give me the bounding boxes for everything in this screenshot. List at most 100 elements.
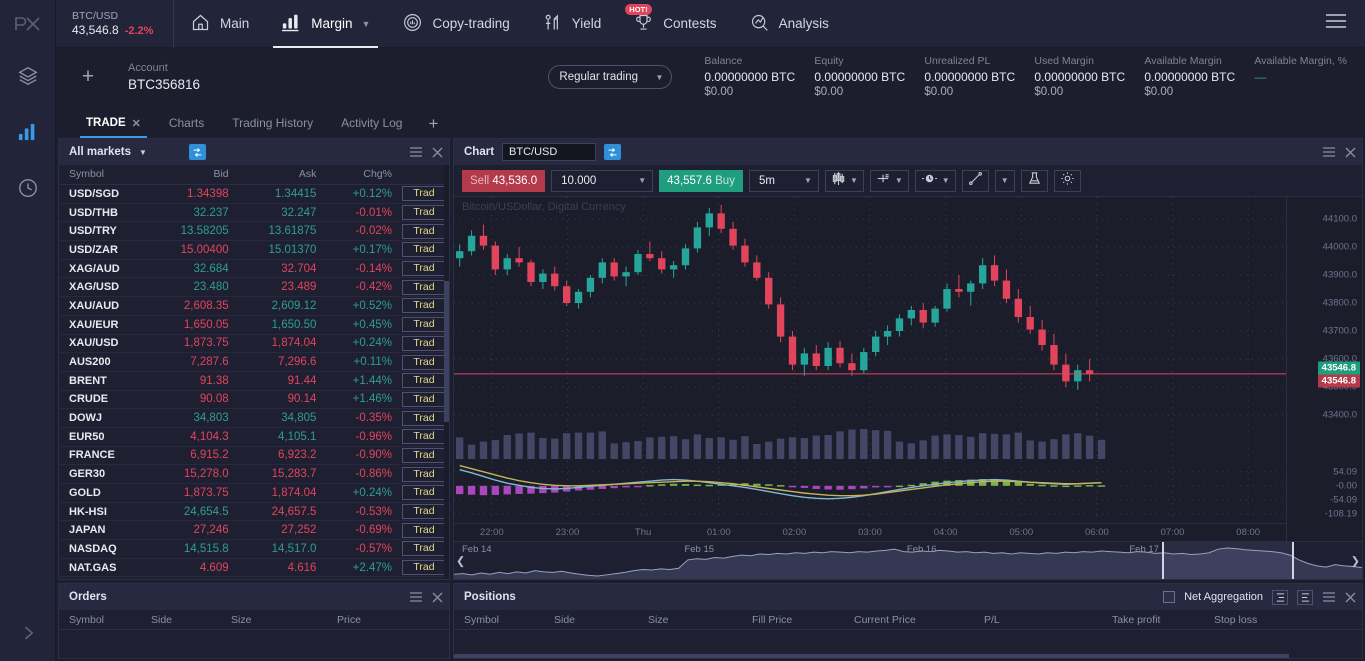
table-row[interactable]: USD/ZAR 15.00400 15.01370 +0.17% Trad: [59, 240, 449, 260]
column-header-price[interactable]: Price: [337, 614, 361, 626]
table-row[interactable]: EUR50 4,104.3 4,105.1 -0.96% Trad: [59, 427, 449, 447]
trade-button[interactable]: Trad: [401, 466, 446, 482]
close-icon[interactable]: [1345, 592, 1356, 603]
sidebar-expand-button[interactable]: [18, 605, 38, 661]
table-row[interactable]: AUS200 7,287.6 7,296.6 +0.11% Trad: [59, 352, 449, 372]
trade-button[interactable]: Trad: [401, 410, 446, 426]
timeframe-select[interactable]: 5m ▼: [748, 169, 819, 192]
nav-item-copy-trading[interactable]: Copy-trading: [386, 0, 525, 48]
list-menu-icon[interactable]: [1322, 147, 1336, 157]
column-header-symbol[interactable]: Symbol: [59, 165, 149, 185]
column-header-chg[interactable]: Chg%: [324, 165, 400, 185]
close-icon[interactable]: ✕: [132, 117, 141, 130]
column-header-stop-loss[interactable]: Stop loss: [1214, 614, 1257, 626]
buy-button[interactable]: 43,557.6 Buy: [659, 169, 743, 192]
indicators-button[interactable]: ▼: [869, 169, 909, 192]
table-row[interactable]: DOWJ 34,803 34,805 -0.35% Trad: [59, 408, 449, 428]
group-rows-button[interactable]: [1272, 589, 1288, 605]
sidebar-item-history[interactable]: [0, 160, 56, 216]
column-header-symbol[interactable]: Symbol: [454, 614, 554, 626]
tab-trade[interactable]: TRADE ✕: [72, 108, 155, 138]
nav-item-analysis[interactable]: Analysis: [733, 0, 845, 48]
table-row[interactable]: HK-HSI 24,654.5 24,657.5 -0.53% Trad: [59, 502, 449, 522]
trade-button[interactable]: Trad: [401, 279, 446, 295]
nav-item-yield[interactable]: Yield: [526, 0, 618, 48]
net-aggregation-checkbox[interactable]: [1163, 591, 1176, 603]
chart-symbol-input[interactable]: BTC/USD: [502, 143, 597, 161]
trade-button[interactable]: Trad: [401, 298, 446, 314]
column-header-size[interactable]: Size: [231, 614, 337, 626]
filter-swap-icon[interactable]: [604, 144, 622, 160]
chevron-down-icon[interactable]: ▼: [139, 148, 147, 157]
table-row[interactable]: XAU/EUR 1,650.05 1,650.50 +0.45% Trad: [59, 315, 449, 335]
chart-settings-button[interactable]: [1053, 169, 1081, 192]
trade-button[interactable]: Trad: [401, 335, 446, 351]
column-header-size[interactable]: Size: [648, 614, 752, 626]
table-row[interactable]: XAG/AUD 32.684 32.704 -0.14% Trad: [59, 259, 449, 279]
drawing-line-button[interactable]: [961, 169, 989, 192]
trade-button[interactable]: Trad: [401, 504, 446, 520]
column-header-symbol[interactable]: Symbol: [59, 614, 151, 626]
tab-activity-log[interactable]: Activity Log: [327, 108, 416, 138]
table-row[interactable]: XAU/AUD 2,608.35 2,609.12 +0.52% Trad: [59, 296, 449, 316]
trade-button[interactable]: Trad: [401, 317, 446, 333]
close-icon[interactable]: [1345, 147, 1356, 158]
table-row[interactable]: FRANCE 6,915.2 6,923.2 -0.90% Trad: [59, 446, 449, 466]
trade-button[interactable]: Trad: [401, 205, 446, 221]
positions-hscrollbar[interactable]: [454, 654, 1290, 658]
table-row[interactable]: GOLD 1,873.75 1,874.04 +0.24% Trad: [59, 483, 449, 503]
tab-charts[interactable]: Charts: [155, 108, 218, 138]
trading-mode-select[interactable]: Regular trading ▼: [548, 65, 673, 89]
market-watch-title[interactable]: All markets: [69, 146, 131, 158]
table-row[interactable]: USD/TRY 13.58205 13.61875 -0.02% Trad: [59, 221, 449, 242]
tab-trading-history[interactable]: Trading History: [218, 108, 327, 138]
table-row[interactable]: GER30 15,278.0 15,283.7 -0.86% Trad: [59, 464, 449, 484]
column-header-pl[interactable]: P/L: [984, 614, 1112, 626]
sidebar-item-margin-chart[interactable]: [0, 104, 56, 160]
table-row[interactable]: BRENT 91.38 91.44 +1.44% Trad: [59, 371, 449, 391]
nav-item-contests[interactable]: HOT! Contests: [617, 0, 732, 48]
column-header-side[interactable]: Side: [554, 614, 648, 626]
add-tab-button[interactable]: +: [416, 110, 450, 138]
time-tool-button[interactable]: ▼: [914, 169, 956, 192]
table-row[interactable]: CRUDE 90.08 90.14 +1.46% Trad: [59, 390, 449, 410]
flask-button[interactable]: [1020, 169, 1048, 192]
market-watch-table-wrap[interactable]: Symbol Bid Ask Chg% USD/SGD 1.34398 1.3441…: [59, 165, 449, 579]
column-header-side[interactable]: Side: [151, 614, 231, 626]
column-header-current-price[interactable]: Current Price: [854, 614, 984, 626]
trade-button[interactable]: Trad: [401, 447, 446, 463]
table-row[interactable]: USD/THB 32.237 32.247 -0.01% Trad: [59, 203, 449, 223]
table-row[interactable]: JAPAN 27,246 27,252 -0.69% Trad: [59, 520, 449, 541]
hamburger-menu-icon[interactable]: [1307, 13, 1365, 34]
table-row[interactable]: NASDAQ 14,515.8 14,517.0 -0.57% Trad: [59, 539, 449, 559]
column-header-fill-price[interactable]: Fill Price: [752, 614, 854, 626]
trade-button[interactable]: Trad: [401, 541, 446, 557]
list-menu-icon[interactable]: [1322, 592, 1336, 602]
overview-right-arrow[interactable]: ❯: [1351, 554, 1360, 567]
trade-button[interactable]: Trad: [401, 354, 446, 370]
chart-overview-scrubber[interactable]: ❮ ❯ Feb 14 Feb 15 Feb 16 Feb 17: [454, 541, 1362, 579]
trade-button[interactable]: Trad: [401, 223, 446, 239]
price-axis[interactable]: 44100.0 44000.0 43900.0 43800.0 43700.0 43600…: [1286, 197, 1362, 579]
column-header-take-profit[interactable]: Take profit: [1112, 614, 1214, 626]
header-ticker[interactable]: BTC/USD 43,546.8 -2.2%: [56, 0, 174, 48]
column-header-ask[interactable]: Ask: [236, 165, 325, 185]
list-menu-icon[interactable]: [409, 592, 423, 602]
table-row[interactable]: NAT.GAS 4.609 4.616 +2.47% Trad: [59, 558, 449, 578]
market-watch-scrollbar[interactable]: [444, 165, 449, 579]
time-axis[interactable]: 22:00 23:00 Thu 01:00 02:00 03:00 04:00 05:00 06…: [454, 523, 1286, 541]
trade-button[interactable]: Trad: [401, 261, 446, 277]
sell-button[interactable]: Sell 43,536.0: [462, 169, 546, 192]
nav-item-main[interactable]: Main: [174, 0, 265, 48]
sidebar-item-layers[interactable]: [0, 48, 56, 104]
trade-button[interactable]: Trad: [401, 522, 446, 538]
expand-rows-button[interactable]: [1297, 589, 1313, 605]
overview-selection-window[interactable]: [1162, 542, 1294, 579]
filter-swap-icon[interactable]: [188, 144, 206, 160]
trade-button[interactable]: Trad: [401, 560, 446, 576]
trade-button[interactable]: Trad: [401, 373, 446, 389]
volume-input[interactable]: 10.000 ▼: [551, 169, 654, 192]
close-icon[interactable]: [432, 147, 443, 158]
trade-button[interactable]: Trad: [401, 391, 446, 407]
close-icon[interactable]: [432, 592, 443, 603]
